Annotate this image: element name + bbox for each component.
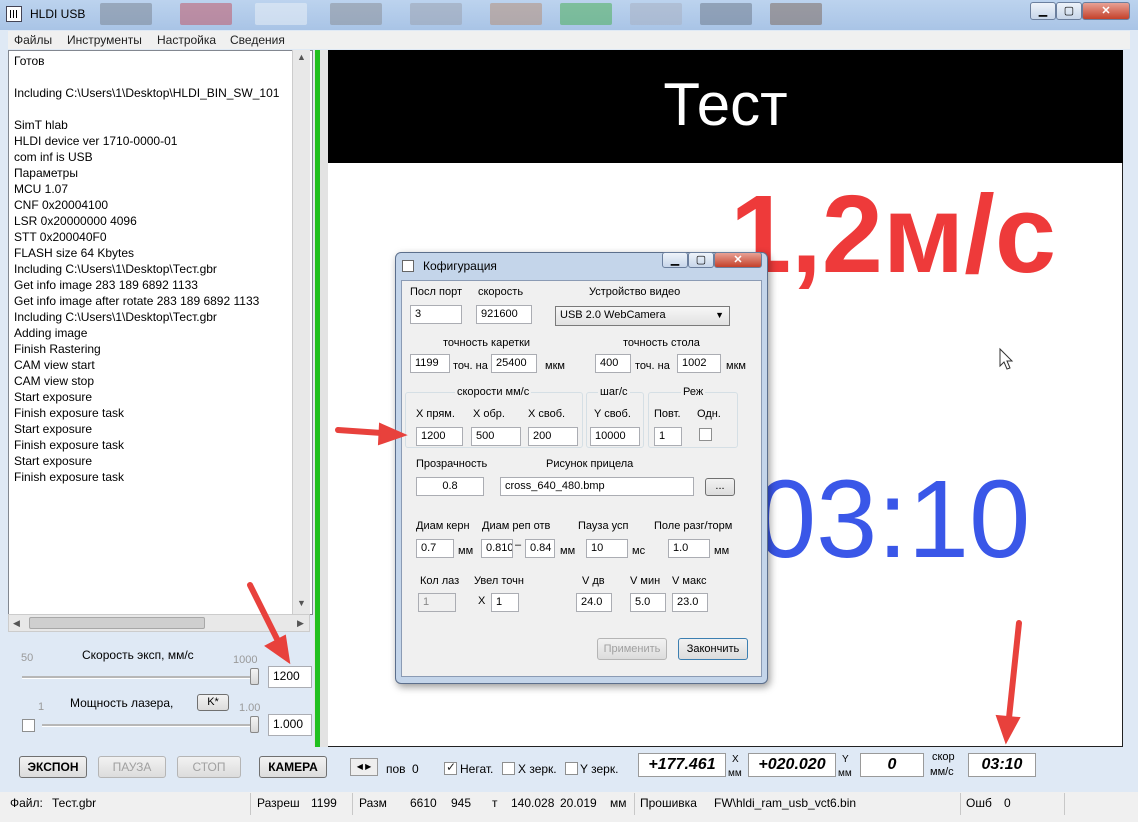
annotation-arrows	[247, 422, 1022, 745]
arrow-to-time-readout-icon	[995, 620, 1022, 745]
arrow-to-speed-value-icon	[247, 582, 291, 665]
arrow-to-dialog-speed-icon	[335, 422, 408, 446]
